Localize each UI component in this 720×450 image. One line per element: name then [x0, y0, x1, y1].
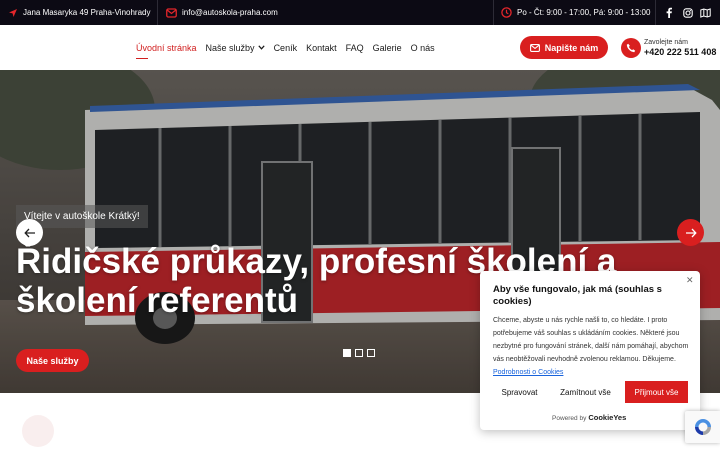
- close-icon[interactable]: ✕: [686, 275, 694, 286]
- cookie-powered-by: Powered by CookieYes: [552, 413, 626, 422]
- phone-number[interactable]: +420 222 511 408: [644, 47, 716, 57]
- chevron-down-icon: [257, 45, 265, 50]
- nav-item-label: Naše služby: [205, 42, 255, 53]
- hours-text: Po - Čt: 9:00 - 17:00, Pá: 9:00 - 13:00: [517, 8, 651, 17]
- cookie-accept-button[interactable]: Přijmout vše: [625, 381, 688, 403]
- facebook-icon: [666, 7, 672, 18]
- slider-dot[interactable]: [343, 349, 351, 357]
- mail-icon: [529, 43, 540, 52]
- nav-item-gallery[interactable]: Galerie: [373, 43, 402, 53]
- hours-item: Po - Čt: 9:00 - 17:00, Pá: 9:00 - 13:00: [501, 0, 650, 25]
- address-item[interactable]: Jana Masaryka 49 Praha-Vinohrady: [8, 0, 150, 25]
- arrow-right-icon: [685, 228, 697, 237]
- nav-item-label: Úvodní stránka: [136, 42, 197, 53]
- address-text: Jana Masaryka 49 Praha-Vinohrady: [23, 8, 151, 17]
- write-us-label: Napište nám: [544, 42, 599, 53]
- slider-dot[interactable]: [355, 349, 363, 357]
- cookie-text: Chceme, abyste u nás rychle našli to, co…: [493, 314, 689, 379]
- map-icon: [700, 7, 711, 18]
- topbar-divider: [157, 0, 158, 25]
- main-nav: Úvodní stránka Naše služby Ceník Kontakt…: [136, 25, 435, 70]
- powered-by-label: Powered by: [552, 415, 587, 422]
- topbar-divider: [655, 0, 656, 25]
- instagram-link[interactable]: [683, 0, 693, 25]
- site-header: Úvodní stránka Naše služby Ceník Kontakt…: [0, 25, 720, 70]
- mail-icon: [166, 7, 177, 18]
- email-text: info@autoskola-praha.com: [182, 8, 278, 17]
- nav-item-services[interactable]: Naše služby: [206, 43, 265, 53]
- map-link[interactable]: [700, 0, 711, 25]
- phone-icon: [626, 43, 636, 53]
- phone-button[interactable]: [621, 38, 641, 58]
- email-item[interactable]: info@autoskola-praha.com: [166, 0, 278, 25]
- cookie-consent-dialog: ✕ Aby vše fungovalo, jak má (souhlas s c…: [480, 271, 700, 430]
- nav-item-label: O nás: [410, 42, 435, 53]
- nav-item-label: Galerie: [372, 42, 402, 53]
- cookie-body-text: Chceme, abyste u nás rychle našli to, co…: [493, 317, 689, 363]
- recaptcha-icon: [694, 419, 711, 435]
- nav-item-faq[interactable]: FAQ: [346, 43, 364, 53]
- recaptcha-badge[interactable]: [685, 411, 720, 443]
- nav-item-label: FAQ: [345, 42, 364, 53]
- arrow-left-icon: [23, 228, 35, 237]
- cookieyes-logo[interactable]: CookieYes: [588, 413, 626, 422]
- nav-item-label: Ceník: [273, 42, 298, 53]
- slider-next-button[interactable]: [677, 219, 704, 246]
- topbar-divider: [493, 0, 494, 25]
- topbar: Jana Masaryka 49 Praha-Vinohrady info@au…: [0, 0, 720, 25]
- cookie-details-link[interactable]: Podrobnosti o Cookies: [493, 369, 563, 376]
- write-us-button[interactable]: Napište nám: [520, 36, 608, 59]
- slider-dots: [343, 349, 375, 357]
- facebook-link[interactable]: [665, 0, 673, 25]
- cookie-reject-button[interactable]: Zamítnout vše: [551, 381, 620, 403]
- nav-item-home[interactable]: Úvodní stránka: [136, 42, 197, 59]
- nav-item-label: Kontakt: [306, 42, 337, 53]
- instagram-icon: [683, 7, 693, 18]
- clock-icon: [501, 7, 512, 18]
- slider-dot[interactable]: [367, 349, 375, 357]
- cookie-title: Aby vše fungovalo, jak má (souhlas s coo…: [493, 284, 662, 307]
- phone-label: Zavolejte nám: [644, 39, 688, 46]
- location-arrow-icon: [9, 8, 17, 17]
- nav-item-pricing[interactable]: Ceník: [274, 43, 298, 53]
- our-services-button[interactable]: Naše služby: [16, 349, 89, 372]
- slider-prev-button[interactable]: [16, 219, 43, 246]
- nav-item-about[interactable]: O nás: [411, 43, 435, 53]
- nav-item-contact[interactable]: Kontakt: [306, 43, 337, 53]
- cookie-customize-button[interactable]: Spravovat: [493, 381, 546, 403]
- decorative-circle: [22, 415, 54, 447]
